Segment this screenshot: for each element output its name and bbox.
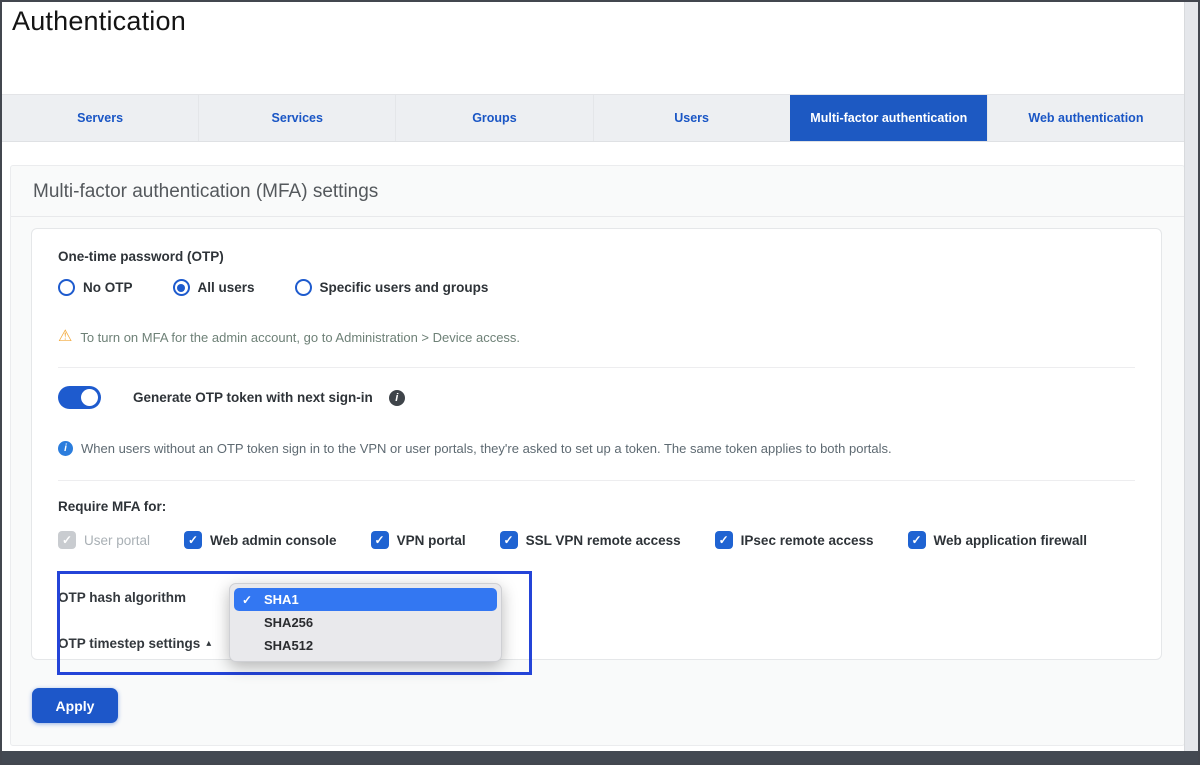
checkbox-vpn-portal[interactable]: ✓ VPN portal <box>371 531 466 549</box>
dropdown-option-sha256[interactable]: SHA256 <box>234 611 497 634</box>
checkbox-label: Web application firewall <box>934 533 1088 548</box>
tab-multi-factor-authentication[interactable]: Multi-factor authentication <box>790 95 987 141</box>
dropdown-option-label: SHA256 <box>264 615 313 630</box>
tab-bar: Servers Services Groups Users Multi-fact… <box>2 94 1184 142</box>
generate-token-label: Generate OTP token with next sign-in <box>133 390 373 405</box>
info-icon: i <box>58 441 73 456</box>
vertical-scrollbar[interactable] <box>1184 2 1198 763</box>
radio-all-users[interactable]: All users <box>173 279 255 296</box>
radio-label: No OTP <box>83 280 133 295</box>
checkbox-label: SSL VPN remote access <box>526 533 681 548</box>
checkbox-checked-icon[interactable]: ✓ <box>500 531 518 549</box>
checkbox-ssl-vpn-remote-access[interactable]: ✓ SSL VPN remote access <box>500 531 681 549</box>
token-note-text: When users without an OTP token sign in … <box>81 441 892 456</box>
tab-servers[interactable]: Servers <box>2 95 198 141</box>
checkbox-checked-disabled-icon: ✓ <box>58 531 76 549</box>
hash-algorithm-dropdown: ✓ SHA1 SHA256 SHA512 <box>229 583 502 662</box>
checkbox-web-admin-console[interactable]: ✓ Web admin console <box>184 531 337 549</box>
checkbox-label: User portal <box>84 533 150 548</box>
toggle-knob <box>81 389 98 406</box>
otp-hash-algorithm-label: OTP hash algorithm <box>58 590 186 605</box>
checkbox-web-application-firewall[interactable]: ✓ Web application firewall <box>908 531 1088 549</box>
checkbox-label: Web admin console <box>210 533 337 548</box>
radio-label: All users <box>198 280 255 295</box>
require-mfa-label: Require MFA for: <box>58 499 1135 514</box>
generate-token-toggle[interactable] <box>58 386 101 409</box>
tab-web-authentication[interactable]: Web authentication <box>987 95 1184 141</box>
dropdown-option-label: SHA1 <box>264 592 299 607</box>
radio-no-otp[interactable]: No OTP <box>58 279 133 296</box>
require-mfa-checkbox-group: ✓ User portal ✓ Web admin console ✓ VPN … <box>58 531 1135 549</box>
tab-users[interactable]: Users <box>593 95 790 141</box>
otp-timestep-settings-row[interactable]: OTP timestep settings ▴ <box>58 636 1135 651</box>
otp-section-label: One-time password (OTP) <box>58 249 1135 264</box>
otp-timestep-settings-label: OTP timestep settings <box>58 636 200 651</box>
radio-selected-icon[interactable] <box>173 279 190 296</box>
checkbox-checked-icon[interactable]: ✓ <box>908 531 926 549</box>
radio-label: Specific users and groups <box>320 280 489 295</box>
dropdown-option-sha1[interactable]: ✓ SHA1 <box>234 588 497 611</box>
otp-hash-algorithm-row: OTP hash algorithm <box>58 589 1135 607</box>
app-window: Authentication Servers Services Groups U… <box>0 0 1200 765</box>
checkbox-checked-icon[interactable]: ✓ <box>371 531 389 549</box>
warning-text: To turn on MFA for the admin account, go… <box>80 330 520 345</box>
otp-settings-card: One-time password (OTP) No OTP All users… <box>31 228 1162 660</box>
checkbox-ipsec-remote-access[interactable]: ✓ IPsec remote access <box>715 531 874 549</box>
collapse-triangle-icon[interactable]: ▴ <box>206 638 211 649</box>
apply-button[interactable]: Apply <box>32 688 118 723</box>
checkbox-checked-icon[interactable]: ✓ <box>715 531 733 549</box>
checkbox-user-portal: ✓ User portal <box>58 531 150 549</box>
tab-groups[interactable]: Groups <box>395 95 592 141</box>
radio-circle-icon[interactable] <box>58 279 75 296</box>
checkbox-label: IPsec remote access <box>741 533 874 548</box>
bottom-bar <box>2 751 1198 763</box>
check-icon: ✓ <box>242 593 264 607</box>
dropdown-option-sha512[interactable]: SHA512 <box>234 634 497 657</box>
heading-divider <box>11 216 1184 217</box>
mfa-settings-heading: Multi-factor authentication (MFA) settin… <box>33 181 378 203</box>
mfa-settings-panel: Multi-factor authentication (MFA) settin… <box>10 165 1185 746</box>
token-note-row: i When users without an OTP token sign i… <box>58 441 1135 456</box>
tab-services[interactable]: Services <box>198 95 395 141</box>
radio-specific-users-and-groups[interactable]: Specific users and groups <box>295 279 489 296</box>
section-divider <box>58 480 1135 481</box>
section-divider <box>58 367 1135 368</box>
warning-triangle-icon: ⚠ <box>58 329 72 345</box>
page-title: Authentication <box>12 6 186 37</box>
otp-radio-group: No OTP All users Specific users and grou… <box>58 279 1135 296</box>
info-icon[interactable]: i <box>389 390 405 406</box>
dropdown-option-label: SHA512 <box>264 638 313 653</box>
radio-circle-icon[interactable] <box>295 279 312 296</box>
admin-mfa-warning: ⚠ To turn on MFA for the admin account, … <box>58 329 1135 345</box>
generate-token-row: Generate OTP token with next sign-in i <box>58 386 1135 409</box>
checkbox-checked-icon[interactable]: ✓ <box>184 531 202 549</box>
checkbox-label: VPN portal <box>397 533 466 548</box>
